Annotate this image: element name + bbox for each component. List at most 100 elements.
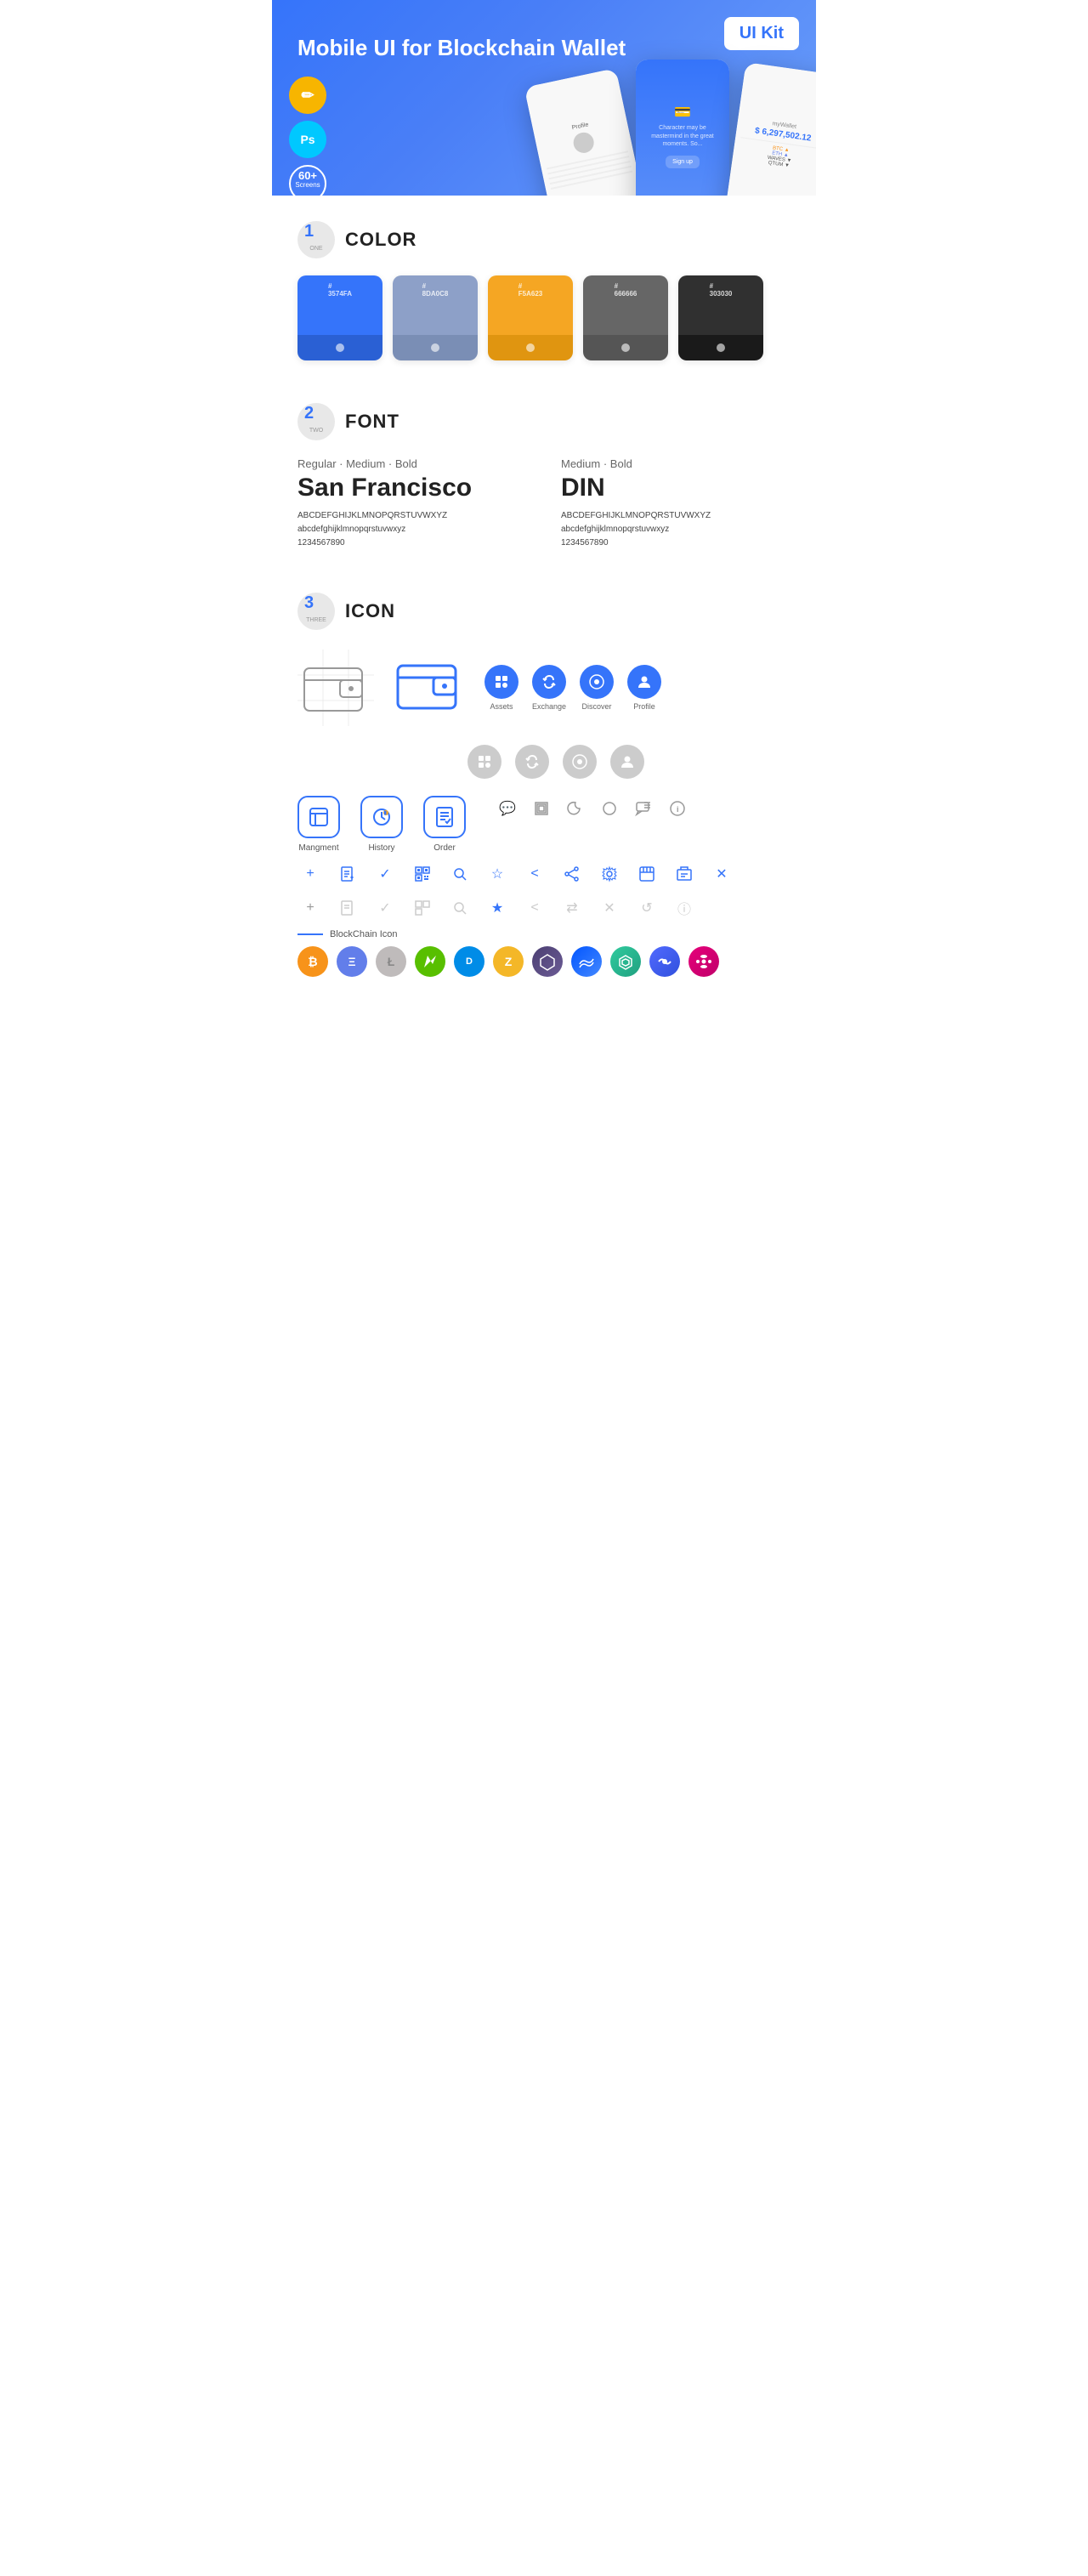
icon-section-title: ICON <box>345 600 395 622</box>
kyber-icon <box>610 946 641 977</box>
color-section-number: 1 ONE <box>298 221 335 258</box>
svg-text:i: i <box>677 805 679 814</box>
tool-icons-row1: + ✓ <box>298 861 790 887</box>
color-swatch-orange: #F5A623 <box>488 275 573 360</box>
icon-section: 3 THREE ICON <box>272 567 816 994</box>
save-icon <box>634 861 660 887</box>
blockchain-text: BlockChain Icon <box>330 929 398 939</box>
star-icon-active: ★ <box>484 895 510 921</box>
app-icon-row: Mangment ! History <box>298 796 790 853</box>
exchange-label: Exchange <box>532 702 566 711</box>
history-icon-item: ! History <box>360 796 403 853</box>
phone-mockup-center: 💳 Character may be mastermind in the gre… <box>636 60 729 196</box>
nav-icon-group-colored: Assets Exchange <box>484 665 661 711</box>
document-edit-icon-gray <box>335 895 360 921</box>
font-blocks: Regular · Medium · Bold San Francisco AB… <box>298 457 790 550</box>
chat-icon: 💬 <box>495 796 520 821</box>
font-sf-name: San Francisco <box>298 474 527 502</box>
icon-section-header: 3 THREE ICON <box>298 593 790 630</box>
icon-item-assets: Assets <box>484 665 518 711</box>
utility-icons-colored: 💬 <box>495 796 690 821</box>
info-icon-gray: ⓘ <box>672 895 697 921</box>
assets-icon-gray <box>468 745 502 779</box>
font-sf-lowercase: abcdefghijklmnopqrstuvwxyz <box>298 523 527 536</box>
color-swatch-gray: #666666 <box>583 275 668 360</box>
wallet-icon-row: Assets Exchange <box>298 647 790 728</box>
font-din-style: Medium · Bold <box>561 457 790 470</box>
color-section-title: COLOR <box>345 229 416 251</box>
wallet-icon-filled <box>391 647 468 728</box>
settings-icon <box>597 861 622 887</box>
color-swatch-blue: #3574FA <box>298 275 382 360</box>
phone-mockup-right: myWallet $ 6,297,502.12 BTC ▲ ETH ▲ WAVE… <box>725 62 816 196</box>
exchange-icon-gray <box>515 745 549 779</box>
phone-mockup-left: Profile <box>524 68 648 196</box>
font-sf-uppercase: ABCDEFGHIJKLMNOPQRSTUVWXYZ <box>298 509 527 523</box>
order-icon-item: Order <box>423 796 466 853</box>
font-section: 2 TWO FONT Regular · Medium · Bold San F… <box>272 377 816 567</box>
order-icon <box>423 796 466 838</box>
speech-bubble-icon <box>631 796 656 821</box>
bitcoin-icon: ₿ <box>298 946 328 977</box>
plus-icon-gray: + <box>298 895 323 921</box>
color-section: 1 ONE COLOR #3574FA #8DA0C8 #F5A623 #666… <box>272 196 816 377</box>
search-icon-gray <box>447 895 473 921</box>
checkmark-icon-gray: ✓ <box>372 895 398 921</box>
close-icon: ✕ <box>709 861 734 887</box>
discover-label: Discover <box>582 702 612 711</box>
qr-icon-gray <box>410 895 435 921</box>
font-din-lowercase: abcdefghijklmnopqrstuvwxyz <box>561 523 790 536</box>
history-label: History <box>368 843 394 853</box>
document-edit-icon <box>335 861 360 887</box>
circle-icon <box>597 796 622 821</box>
share-icon <box>559 861 585 887</box>
color-swatch-gray-blue: #8DA0C8 <box>393 275 478 360</box>
font-din-name: DIN <box>561 474 790 502</box>
assets-icon <box>484 665 518 699</box>
profile-label: Profile <box>633 702 655 711</box>
polygon-icon <box>532 946 563 977</box>
color-section-header: 1 ONE COLOR <box>298 221 790 258</box>
band-icon <box>649 946 680 977</box>
ethereum-icon: Ξ <box>337 946 367 977</box>
discover-icon <box>580 665 614 699</box>
hero-badges: ✏ Ps 60+ Screens <box>289 77 326 196</box>
phone-mockups: Profile 💳 Character may be mastermind in… <box>476 43 816 196</box>
icon-item-discover: Discover <box>580 665 614 711</box>
hero-section: Mobile UI for Blockchain Wallet UI Kit ✏… <box>272 0 816 196</box>
icon-item-profile: Profile <box>627 665 661 711</box>
font-din-numbers: 1234567890 <box>561 536 790 550</box>
expand-icon <box>672 861 697 887</box>
litecoin-icon: Ł <box>376 946 406 977</box>
font-section-title: FONT <box>345 411 400 433</box>
dash-icon: D <box>454 946 484 977</box>
polkadot-icon <box>688 946 719 977</box>
qr-icon <box>410 861 435 887</box>
icon-item-assets-gray <box>468 745 502 779</box>
plus-icon: + <box>298 861 323 887</box>
management-label: Mangment <box>298 843 338 853</box>
management-icon <box>298 796 340 838</box>
color-swatches: #3574FA #8DA0C8 #F5A623 #666666 #303030 <box>298 275 790 360</box>
icon-item-discover-gray <box>563 745 597 779</box>
chevron-left-icon: < <box>522 861 547 887</box>
font-block-din: Medium · Bold DIN ABCDEFGHIJKLMNOPQRSTUV… <box>561 457 790 550</box>
search-icon <box>447 861 473 887</box>
chevron-left-icon-gray: < <box>522 895 547 921</box>
font-sf-style: Regular · Medium · Bold <box>298 457 527 470</box>
font-din-uppercase: ABCDEFGHIJKLMNOPQRSTUVWXYZ <box>561 509 790 523</box>
redo-icon-gray: ↺ <box>634 895 660 921</box>
font-section-header: 2 TWO FONT <box>298 403 790 440</box>
star-icon: ☆ <box>484 861 510 887</box>
icon-item-exchange: Exchange <box>532 665 566 711</box>
layers-icon <box>529 796 554 821</box>
icon-section-number: 3 THREE <box>298 593 335 630</box>
zcash-icon: Z <box>493 946 524 977</box>
blockchain-label: BlockChain Icon <box>298 929 790 939</box>
x-icon-gray: ✕ <box>597 895 622 921</box>
arrows-icon-gray: ⇄ <box>559 895 585 921</box>
info-icon: i <box>665 796 690 821</box>
management-icon-item: Mangment <box>298 796 340 853</box>
history-icon: ! <box>360 796 403 838</box>
photoshop-badge: Ps <box>289 121 326 158</box>
